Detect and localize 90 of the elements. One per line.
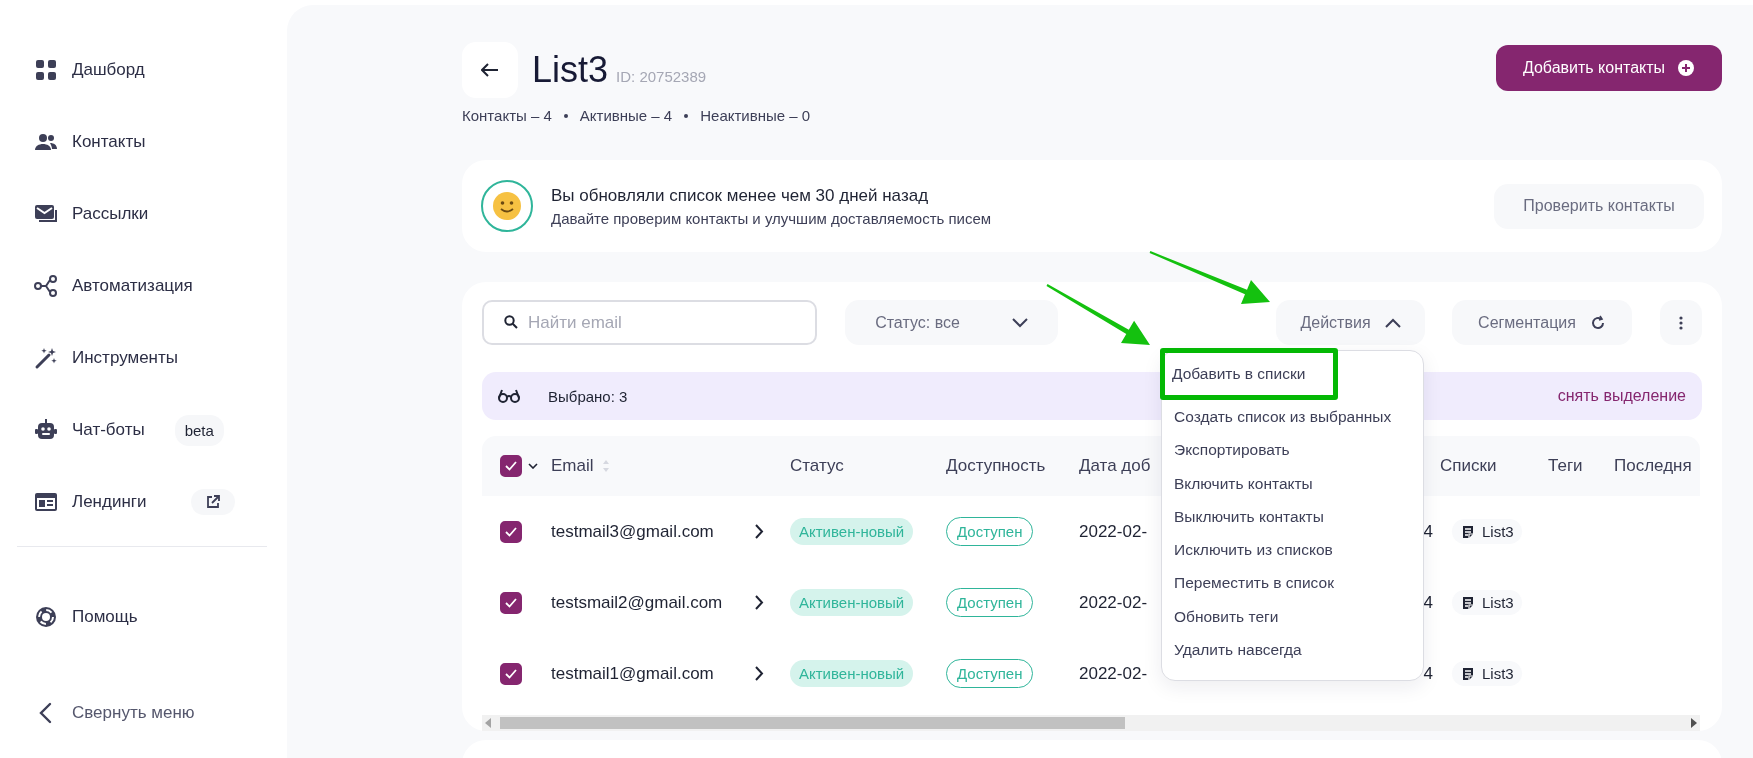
sidebar-item[interactable]: Контакты (34, 106, 267, 178)
document-icon (1462, 595, 1474, 610)
status-tag: Активен-новый (790, 589, 914, 616)
plus-circle-icon (1677, 59, 1696, 77)
glasses-icon (498, 388, 520, 404)
stat-text: Активные – 4 (579, 106, 673, 126)
table-cell: 4 (1423, 663, 1433, 684)
sidebar-item[interactable]: Инструменты (34, 322, 267, 394)
menu-item[interactable]: Выключить контакты (1162, 499, 1423, 534)
table-cell-text: testmail1@gmail.com (551, 663, 715, 684)
page-title: List3 (532, 49, 609, 91)
checkbox[interactable] (500, 662, 522, 685)
nodes-icon (34, 274, 58, 298)
back-arrow-icon (481, 63, 499, 77)
list-tag: List3 (1452, 519, 1522, 544)
collapse-menu-button[interactable]: Свернуть меню (34, 677, 267, 749)
checkbox[interactable] (500, 455, 522, 477)
sidebar-item[interactable]: Лендинги (34, 466, 267, 538)
horizontal-scrollbar[interactable] (482, 715, 1700, 731)
column-header[interactable]: Последня (1614, 456, 1692, 476)
sidebar-item[interactable]: Чат-боты beta (34, 394, 267, 466)
checkmark-icon (505, 668, 517, 679)
refresh-icon (1589, 314, 1606, 331)
menu-item[interactable]: Экспортировать (1162, 433, 1423, 467)
menu-item[interactable]: Исключить из списков (1162, 533, 1423, 567)
layout-icon (34, 490, 58, 514)
menu-item[interactable]: Переместить в список (1162, 566, 1423, 600)
menu-item[interactable]: Добавить в списки (1165, 353, 1333, 395)
selected-count: Выбрано: 3 (548, 387, 628, 405)
table-cell: 4 (1423, 521, 1433, 542)
separator-dot (563, 114, 568, 118)
document-icon (1462, 666, 1474, 681)
list-id: ID: 20752389 (616, 67, 707, 85)
search-field[interactable]: Найти email (482, 300, 817, 345)
robot-icon (34, 418, 58, 442)
chevron-right-icon (755, 666, 764, 681)
table-cell: 2022-02- (1079, 663, 1148, 684)
actions-button[interactable]: Действия (1276, 300, 1425, 345)
column-header[interactable]: Теги (1548, 456, 1583, 476)
status-tag: Активен-новый (790, 660, 914, 687)
menu-item[interactable]: Удалить навсегда (1162, 633, 1423, 667)
status-tag: Активен-новый (790, 518, 914, 545)
menu-item[interactable]: Включить контакты (1162, 466, 1423, 500)
check-contacts-button[interactable]: Проверить контакты (1494, 183, 1704, 229)
checkmark-icon (505, 526, 517, 537)
column-header[interactable]: Статус (790, 456, 844, 476)
column-header[interactable]: Дата доб (1079, 456, 1151, 476)
beta-badge: beta (174, 414, 224, 446)
menu-item[interactable]: Обновить теги (1162, 599, 1423, 634)
checkmark-icon (505, 597, 517, 608)
chevron-up-icon (1384, 317, 1401, 328)
clear-selection-link[interactable]: снять выделение (1557, 387, 1686, 405)
list-tag: List3 (1452, 661, 1522, 686)
sidebar-item[interactable]: Дашборд (34, 34, 267, 106)
caret-icon (528, 463, 538, 469)
document-icon (1462, 524, 1474, 539)
menu-item[interactable]: Создать список из выбранных (1162, 400, 1423, 434)
back-button[interactable] (462, 42, 518, 98)
checkmark-icon (505, 461, 517, 471)
notice-title: Вы обновляли список менее чем 30 дней назад (551, 185, 930, 206)
notice-text: Давайте проверим контакты и улучшим доставляемость писем (551, 209, 993, 227)
table-cell: 2022-02- (1079, 592, 1148, 613)
sidebar-item[interactable]: Автоматизация (34, 250, 267, 322)
chevron-right-icon (755, 595, 764, 610)
smile-icon (481, 180, 533, 232)
grid-icon (34, 58, 58, 82)
search-icon (504, 315, 518, 329)
column-header[interactable]: Email (551, 456, 594, 476)
magic-wand-icon (34, 346, 58, 370)
add-contacts-button[interactable]: Добавить контакты (1496, 45, 1722, 91)
column-header[interactable]: Списки (1440, 456, 1497, 476)
sidebar-item[interactable]: Рассылки (34, 178, 267, 250)
more-icon (1679, 315, 1683, 330)
column-header[interactable]: Доступность (946, 456, 1046, 476)
lifebuoy-icon (34, 605, 58, 629)
stat-text: Контакты – 4 (462, 106, 552, 126)
stat-text: Неактивные – 0 (700, 106, 811, 126)
separator-dot (684, 114, 689, 118)
sidebar-item[interactable]: Помощь (34, 581, 267, 653)
status-dropdown[interactable]: Статус: все (845, 300, 1058, 345)
chevron-right-icon (755, 524, 764, 539)
table-cell: 4 (1423, 592, 1433, 613)
table-cell-text: testsmail2@gmail.com (551, 592, 724, 613)
segmentation-button[interactable]: Сегментация (1452, 300, 1632, 345)
checkbox[interactable] (500, 520, 522, 543)
table-cell: 2022-02- (1079, 521, 1148, 542)
chevron-down-icon (1011, 317, 1028, 328)
list-tag: List3 (1452, 590, 1522, 615)
table-cell-text: testmail3@gmail.com (551, 521, 715, 542)
checkbox[interactable] (500, 591, 522, 614)
